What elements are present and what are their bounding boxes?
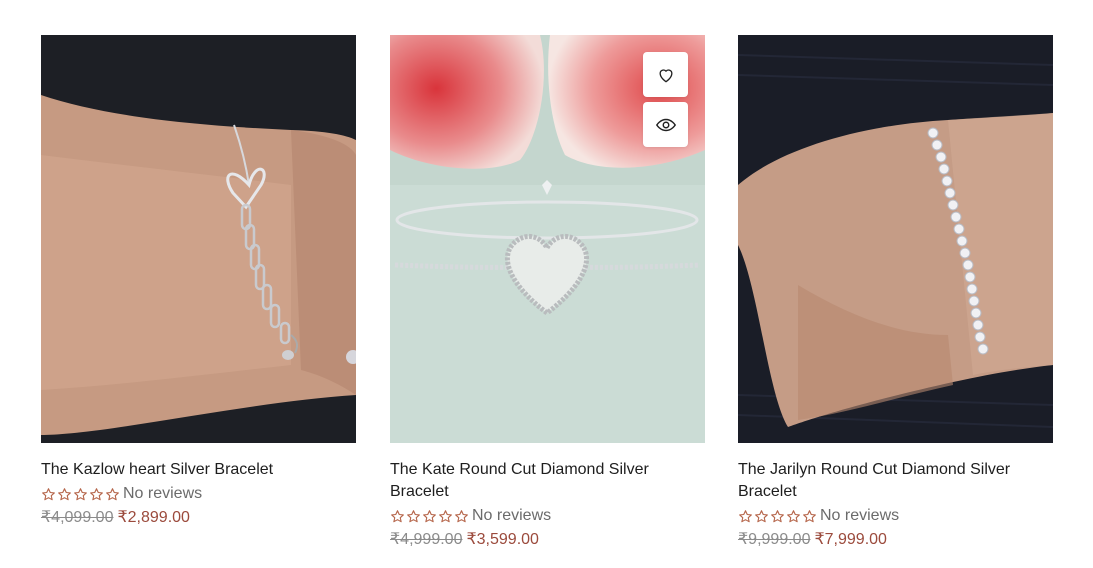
rating-stars (390, 509, 469, 524)
rating-stars (41, 487, 120, 502)
product-title[interactable]: The Kate Round Cut Diamond Silver Bracel… (390, 459, 705, 503)
compare-price: ₹4,999.00 (390, 531, 463, 548)
compare-price: ₹4,099.00 (41, 509, 114, 526)
sale-price: ₹3,599.00 (466, 531, 539, 548)
product-card[interactable]: The Kate Round Cut Diamond Silver Bracel… (390, 35, 705, 550)
add-to-wishlist-button[interactable] (643, 52, 688, 97)
bracelet-photo (738, 35, 1053, 443)
product-title[interactable]: The Kazlow heart Silver Bracelet (41, 459, 356, 481)
star-empty-icon (755, 509, 768, 522)
star-empty-icon (391, 509, 404, 522)
heart-icon (659, 68, 672, 82)
product-price: ₹4,999.00 ₹3,599.00 (390, 530, 705, 550)
product-card[interactable]: The Kazlow heart Silver Bracelet No revi… (41, 35, 356, 528)
star-empty-icon (423, 509, 436, 522)
star-empty-icon (74, 487, 87, 500)
star-empty-icon (42, 487, 55, 500)
sale-price: ₹7,999.00 (814, 531, 887, 548)
star-empty-icon (455, 509, 468, 522)
star-empty-icon (739, 509, 752, 522)
product-card[interactable]: The Jarilyn Round Cut Diamond Silver Bra… (738, 35, 1053, 550)
rating-stars (738, 509, 817, 524)
bracelet-photo (41, 35, 356, 443)
star-empty-icon (58, 487, 71, 500)
star-empty-icon (771, 509, 784, 522)
product-price: ₹4,099.00 ₹2,899.00 (41, 508, 356, 528)
star-empty-icon (787, 509, 800, 522)
quick-view-button[interactable] (643, 102, 688, 147)
compare-price: ₹9,999.00 (738, 531, 811, 548)
reviews-count: No reviews (820, 507, 900, 524)
star-empty-icon (439, 509, 452, 522)
product-rating: No reviews (738, 505, 1053, 527)
sale-price: ₹2,899.00 (117, 509, 190, 526)
product-image[interactable] (738, 35, 1053, 443)
product-title[interactable]: The Jarilyn Round Cut Diamond Silver Bra… (738, 459, 1053, 503)
product-price: ₹9,999.00 ₹7,999.00 (738, 530, 1053, 550)
star-empty-icon (106, 487, 119, 500)
product-rating: No reviews (41, 483, 356, 505)
reviews-count: No reviews (472, 507, 552, 524)
star-empty-icon (90, 487, 103, 500)
eye-icon (655, 118, 676, 131)
product-image[interactable] (390, 35, 705, 443)
product-rating: No reviews (390, 505, 705, 527)
reviews-count: No reviews (123, 485, 203, 502)
star-empty-icon (407, 509, 420, 522)
star-empty-icon (803, 509, 816, 522)
product-image[interactable] (41, 35, 356, 443)
